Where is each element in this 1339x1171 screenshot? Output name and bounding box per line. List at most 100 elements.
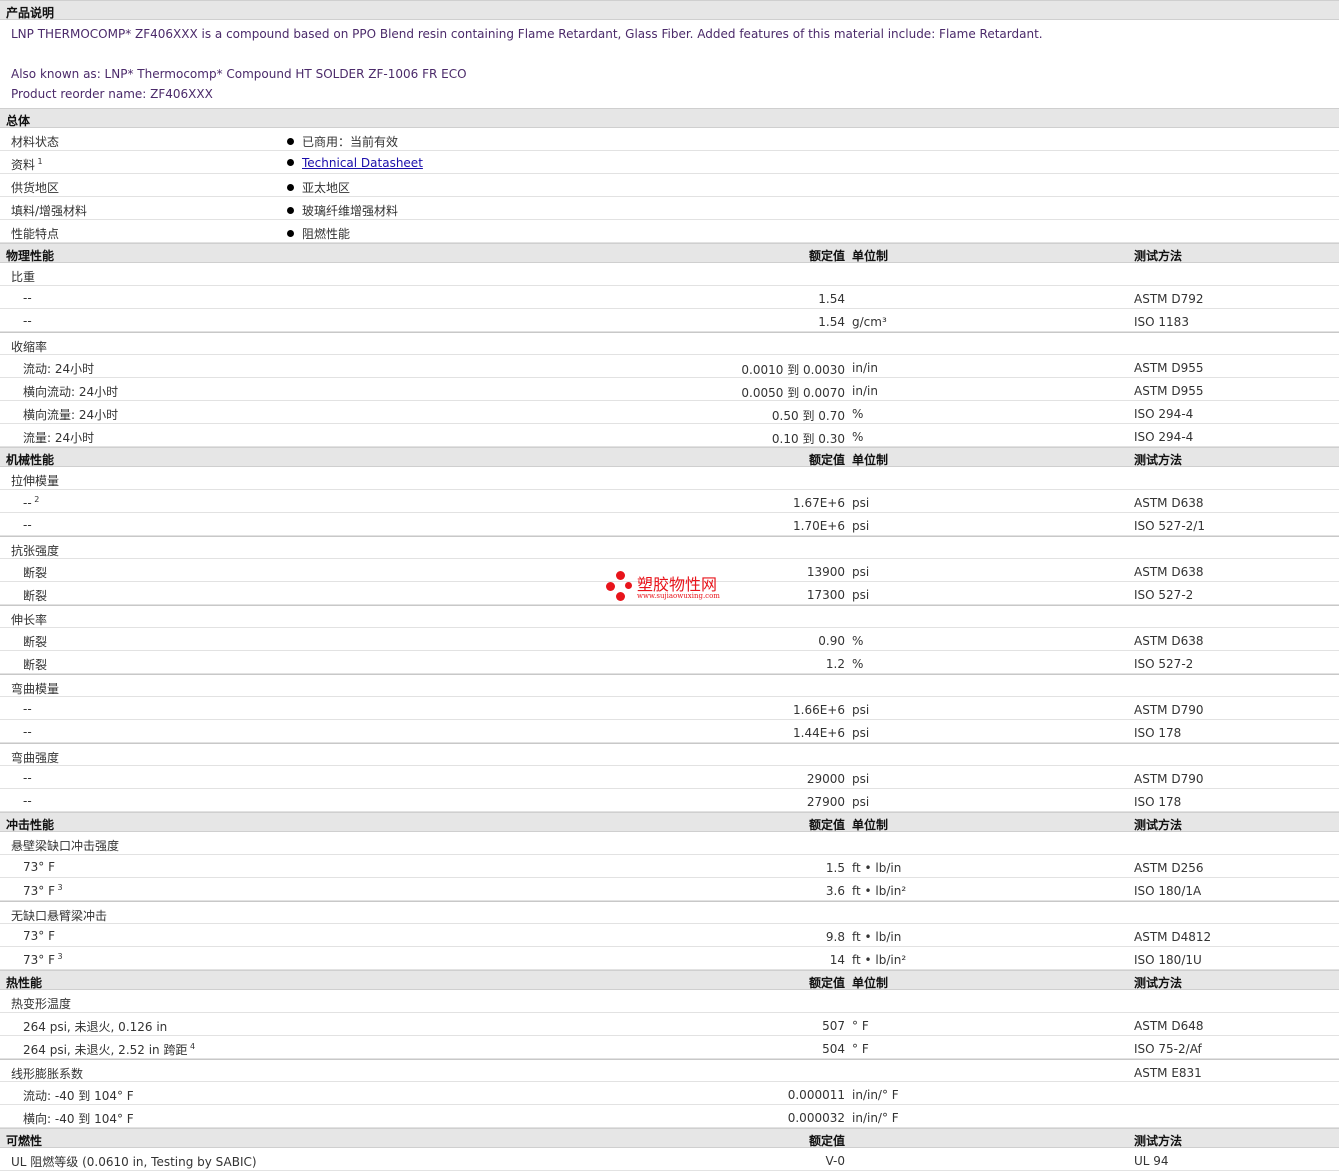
row-value-text: 阻燃性能: [302, 227, 351, 241]
row-value: 玻璃纤维增强材料: [287, 202, 398, 219]
row-method: ASTM D955: [1134, 384, 1204, 398]
row-label: 73° F: [23, 860, 55, 874]
row-label: 264 psi, 未退火, 2.52 in 跨距 4: [23, 1042, 196, 1057]
table-row: -- 1.54 g/cm³ ISO 1183: [0, 309, 1339, 332]
row-method: ISO 1183: [1134, 315, 1189, 329]
row-unit: ft • lb/in²: [852, 884, 907, 898]
group-name: 悬壁梁缺口冲击强度: [11, 839, 120, 853]
row-method: UL 94: [1134, 1154, 1169, 1168]
row-label: 资料 1: [11, 157, 43, 172]
table-row: -- 29000 psi ASTM D790: [0, 766, 1339, 789]
row-value-text: 亚太地区: [302, 181, 351, 195]
bullet-icon: [287, 184, 294, 191]
row-label: --: [23, 314, 32, 328]
section-title: 总体: [6, 114, 31, 128]
row-unit: psi: [852, 565, 870, 579]
section-header: 热性能 额定值 单位制 测试方法: [0, 970, 1339, 990]
group-name: 弯曲强度: [11, 751, 60, 765]
row-value: V-0: [825, 1154, 845, 1168]
table-row: 流量: 24小时 0.10 到 0.30% ISO 294-4: [0, 424, 1339, 447]
group-name: 伸长率: [11, 613, 48, 627]
row-value: 29000: [806, 772, 845, 786]
col-header-method: 测试方法: [1134, 453, 1183, 467]
row-label: --: [23, 794, 32, 808]
table-row: 73° F 3 3.6 ft • lb/in² ISO 180/1A: [0, 878, 1339, 901]
row-value: 1.66E+6: [793, 703, 845, 717]
group-row: 抗张强度: [0, 536, 1339, 559]
group-row: 无缺口悬臂梁冲击: [0, 901, 1339, 924]
row-method: ASTM D790: [1134, 772, 1204, 786]
row-label: 断裂: [23, 566, 48, 580]
section-header-flammability: 可燃性 额定值 测试方法: [0, 1128, 1339, 1148]
col-header-value: 额定值: [808, 249, 845, 263]
bullet-icon: [287, 159, 294, 166]
row-label: --: [23, 518, 32, 532]
datasheet-link[interactable]: Technical Datasheet: [302, 156, 423, 170]
table-row: -- 1.54 ASTM D792: [0, 286, 1339, 309]
row-unit: psi: [852, 588, 870, 602]
table-row: 横向: -40 到 104° F 0.000032 in/in/° F: [0, 1105, 1339, 1128]
row-label: 填料/增强材料: [11, 204, 88, 218]
row-value: 0.000032: [787, 1111, 845, 1125]
row-unit: ft • lb/in: [852, 861, 902, 875]
row-method: ISO 527-2: [1134, 657, 1194, 671]
row-value: 9.8: [825, 930, 845, 944]
row-value: Technical Datasheet: [287, 156, 423, 170]
row-label: 73° F: [23, 929, 55, 943]
group-name: 拉伸模量: [11, 474, 60, 488]
row-label: 材料状态: [11, 135, 60, 149]
row-label: 流量: 24小时: [23, 431, 95, 445]
row-method: ASTM D792: [1134, 292, 1204, 306]
footnote-marker: 2: [31, 495, 40, 504]
table-row: 流动: -40 到 104° F 0.000011 in/in/° F: [0, 1082, 1339, 1105]
group-name: 线形膨胀系数: [11, 1067, 84, 1081]
table-row: 264 psi, 未退火, 0.126 in 507 ° F ASTM D648: [0, 1013, 1339, 1036]
section-title: 冲击性能: [6, 818, 55, 832]
table-row: 73° F 1.5 ft • lb/in ASTM D256: [0, 855, 1339, 878]
table-row: 73° F 3 14 ft • lb/in² ISO 180/1U: [0, 947, 1339, 970]
group-name: 无缺口悬臂梁冲击: [11, 909, 108, 923]
row-unit: in/in/° F: [852, 1088, 899, 1102]
table-row: 横向流量: 24小时 0.50 到 0.70% ISO 294-4: [0, 401, 1339, 424]
row-unit: psi: [852, 519, 870, 533]
row-label: 横向流量: 24小时: [23, 408, 119, 422]
section-title: 机械性能: [6, 453, 55, 467]
bullet-icon: [287, 230, 294, 237]
table-row: -- 27900 psi ISO 178: [0, 789, 1339, 812]
row-value: 1.5: [825, 861, 845, 875]
row-label: 264 psi, 未退火, 0.126 in: [23, 1020, 168, 1034]
table-row: 填料/增强材料 玻璃纤维增强材料: [0, 197, 1339, 220]
row-unit: %: [852, 430, 864, 444]
row-value: 1.54: [818, 292, 845, 306]
section-header: 冲击性能 额定值 单位制 测试方法: [0, 812, 1339, 832]
row-method: ISO 294-4: [1134, 430, 1194, 444]
row-value: 13900: [806, 565, 845, 579]
col-header-method: 测试方法: [1134, 818, 1183, 832]
datasheet: 产品说明 LNP THERMOCOMP* ZF406XXX is a compo…: [0, 0, 1339, 1171]
row-unit: psi: [852, 703, 870, 717]
footnote-marker: 4: [187, 1042, 196, 1051]
section-title: 可燃性: [6, 1134, 43, 1148]
section-title: 热性能: [6, 976, 43, 990]
row-label: 性能特点: [11, 227, 60, 241]
table-row: 264 psi, 未退火, 2.52 in 跨距 4 504 ° F ISO 75-2…: [0, 1036, 1339, 1059]
row-label: 横向: -40 到 104° F: [23, 1112, 134, 1126]
row-unit: ° F: [852, 1042, 869, 1056]
row-unit: psi: [852, 496, 870, 510]
col-header-value: 额定值: [808, 1134, 845, 1148]
col-header-value: 额定值: [808, 976, 845, 990]
row-unit: ft • lb/in: [852, 930, 902, 944]
footnote-marker: 3: [55, 883, 63, 892]
property-sections: 物理性能 额定值 单位制 测试方法 比重 -- 1.54 ASTM D792 -- 1.54 g/c…: [0, 243, 1339, 1128]
row-value: 27900: [806, 795, 845, 809]
row-method: ASTM D638: [1134, 634, 1204, 648]
table-row: -- 1.66E+6 psi ASTM D790: [0, 697, 1339, 720]
also-known-as: Also known as: LNP* Thermocomp* Compound…: [11, 67, 467, 81]
row-unit: %: [852, 634, 864, 648]
row-value: 504: [822, 1042, 845, 1056]
row-unit: g/cm³: [852, 315, 887, 329]
group-row: 热变形温度: [0, 990, 1339, 1013]
row-value: 17300: [806, 588, 845, 602]
table-row: 横向流动: 24小时 0.0050 到 0.0070 in/in ASTM D955: [0, 378, 1339, 401]
table-row: 断裂 1.2% ISO 527-2: [0, 651, 1339, 674]
